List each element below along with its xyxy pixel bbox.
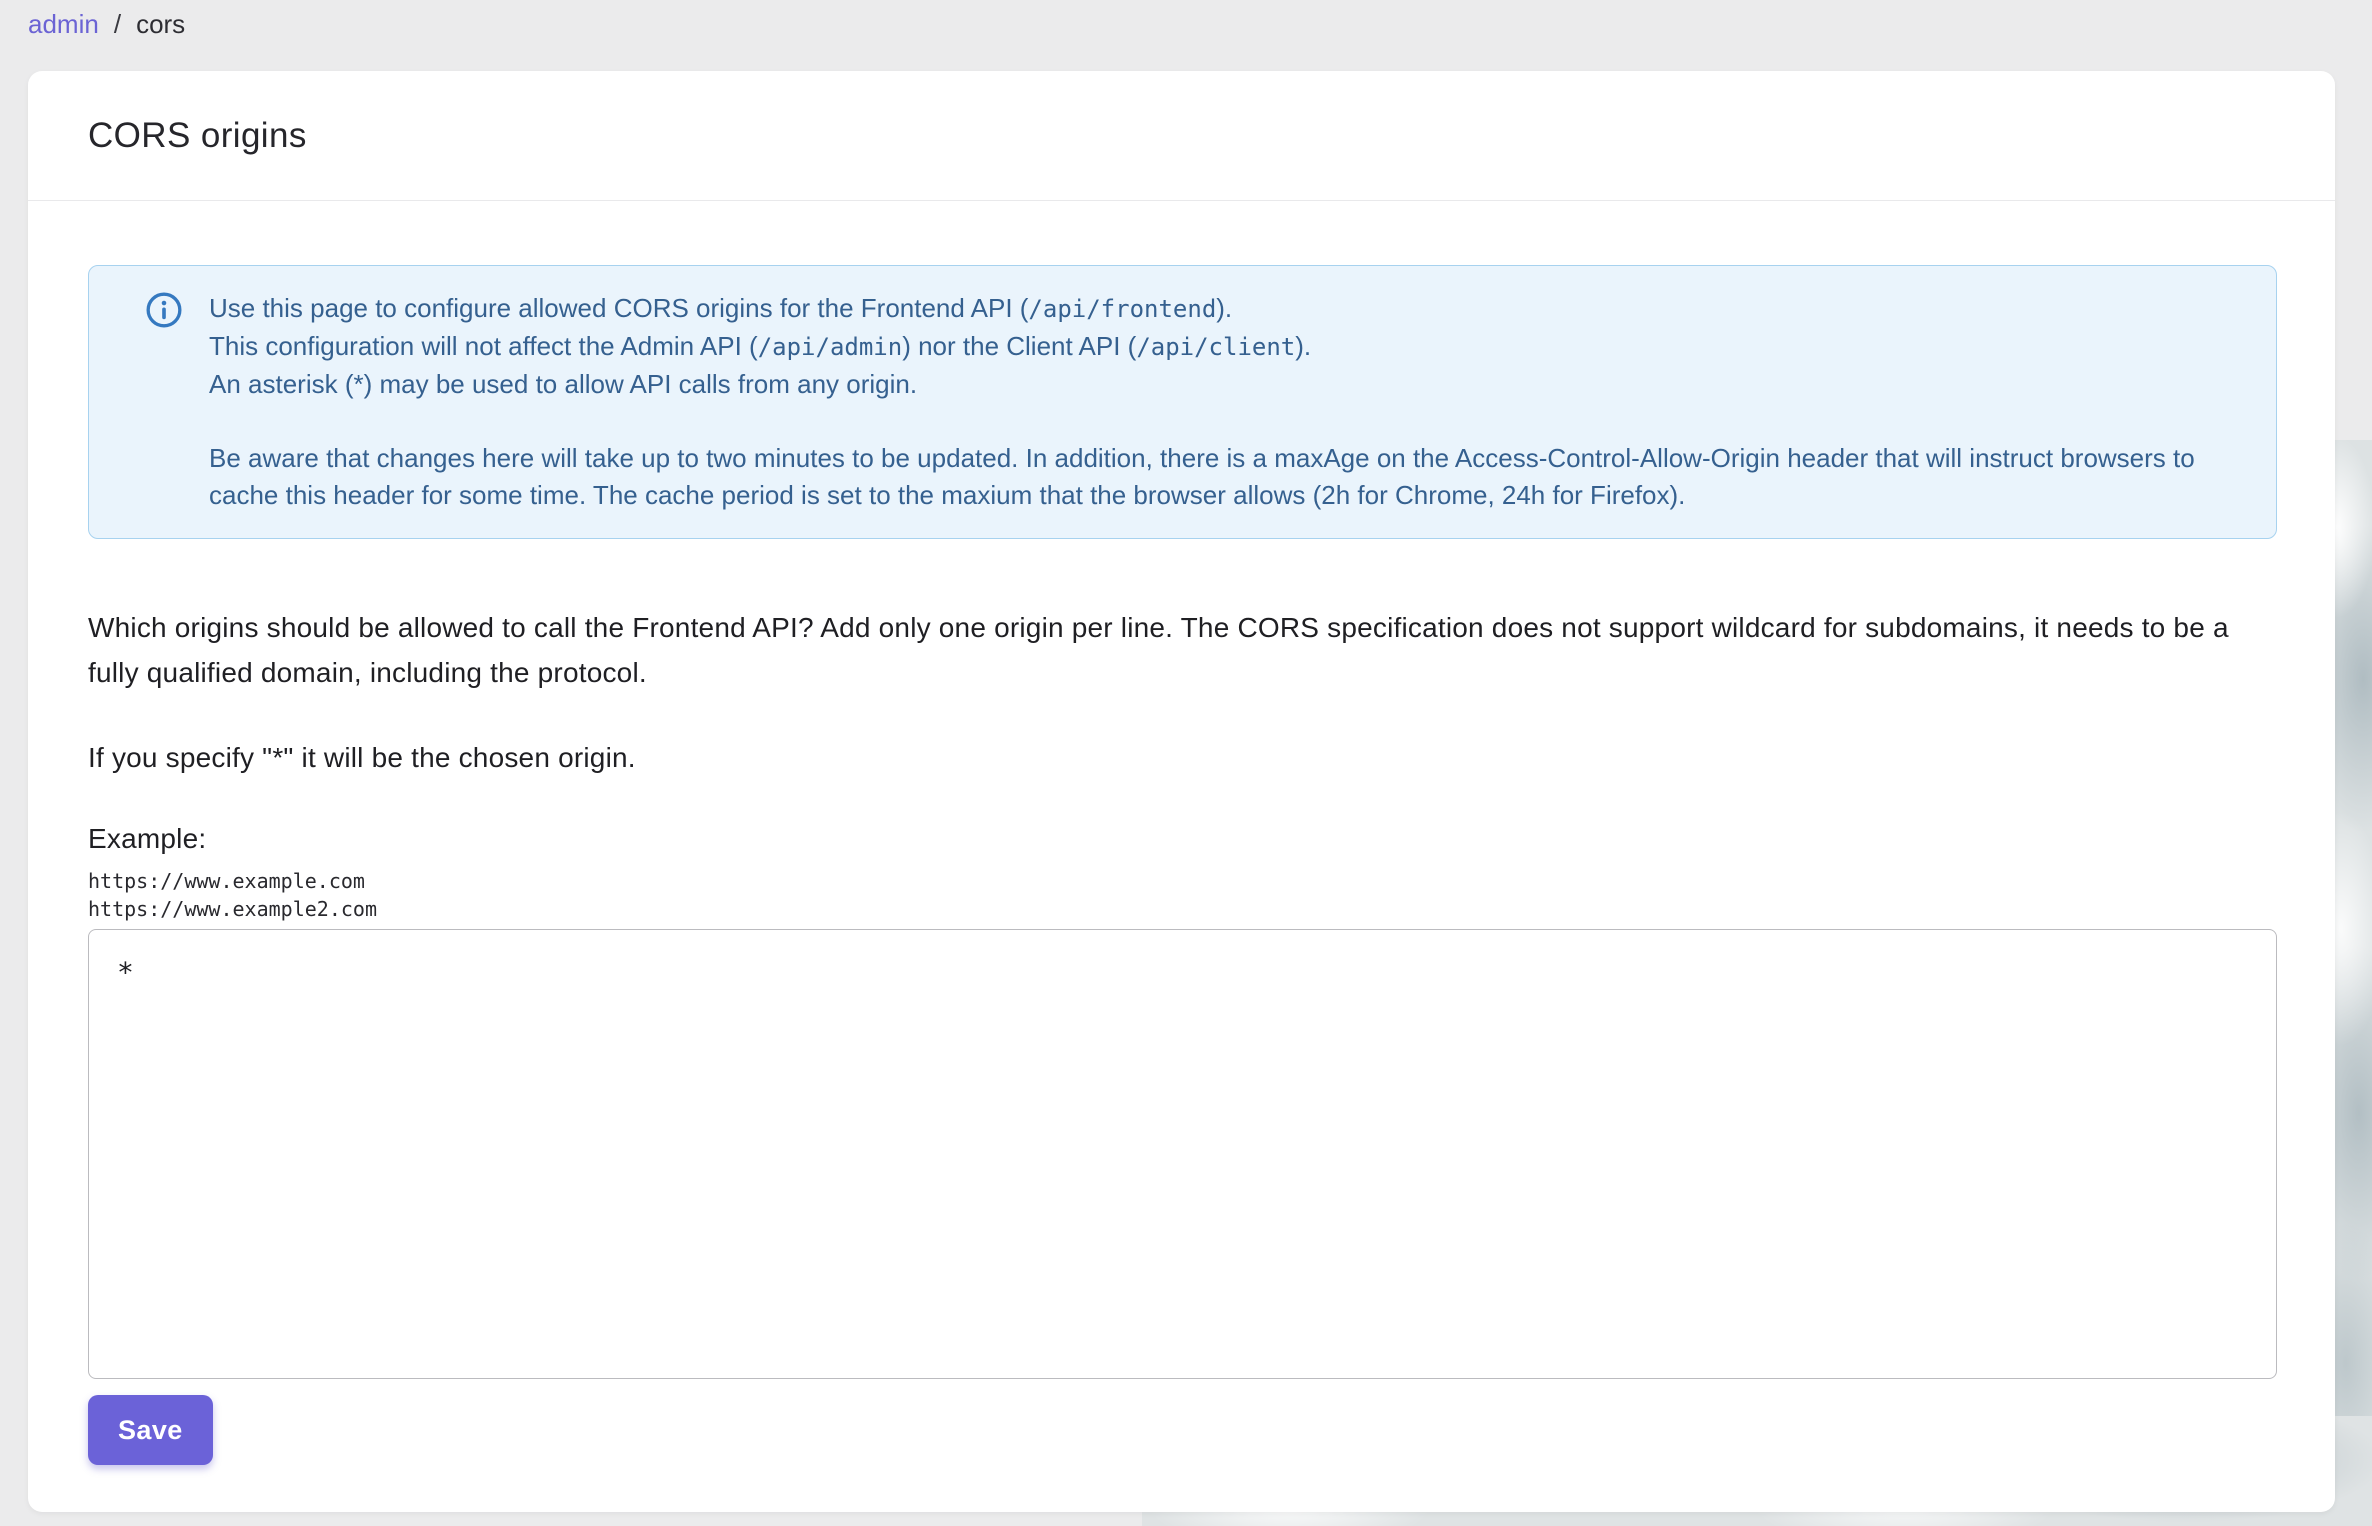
breadcrumb-current-cors: cors bbox=[136, 9, 186, 39]
info-paragraph-caching: Be aware that changes here will take up … bbox=[209, 443, 2195, 510]
info-alert: Use this page to configure allowed CORS … bbox=[88, 265, 2277, 539]
description-origins: Which origins should be allowed to call … bbox=[88, 612, 2229, 688]
cors-admin-page: admin / cors CORS origins Use this page … bbox=[0, 0, 2372, 1526]
cors-origins-textarea[interactable]: * bbox=[88, 929, 2277, 1379]
save-button[interactable]: Save bbox=[88, 1395, 213, 1465]
page-title: CORS origins bbox=[88, 115, 307, 155]
description-wildcard: If you specify "*" it will be the chosen… bbox=[88, 742, 636, 773]
cors-origins-card: CORS origins Use this page to configure … bbox=[28, 71, 2335, 1512]
inline-code-api-client: /api/client bbox=[1136, 333, 1296, 361]
card-header: CORS origins bbox=[28, 71, 2335, 201]
info-line-frontend-api: Use this page to configure allowed CORS … bbox=[209, 293, 1233, 323]
card-content: Use this page to configure allowed CORS … bbox=[28, 201, 2335, 1465]
inline-code-api-admin: /api/admin bbox=[757, 333, 903, 361]
info-line-asterisk: An asterisk (*) may be used to allow API… bbox=[209, 369, 918, 399]
example-label: Example: bbox=[88, 823, 207, 854]
breadcrumb-link-admin[interactable]: admin bbox=[28, 4, 99, 44]
info-circle-icon bbox=[145, 291, 183, 329]
inline-code-api-frontend: /api/frontend bbox=[1028, 295, 1217, 323]
breadcrumb-separator: / bbox=[113, 9, 122, 39]
example-origins: https://www.example.com https://www.exam… bbox=[88, 869, 377, 921]
info-alert-text: Use this page to configure allowed CORS … bbox=[209, 290, 2246, 514]
info-line-admin-client-api: This configuration will not affect the A… bbox=[209, 331, 1312, 361]
breadcrumb: admin / cors bbox=[28, 4, 185, 44]
